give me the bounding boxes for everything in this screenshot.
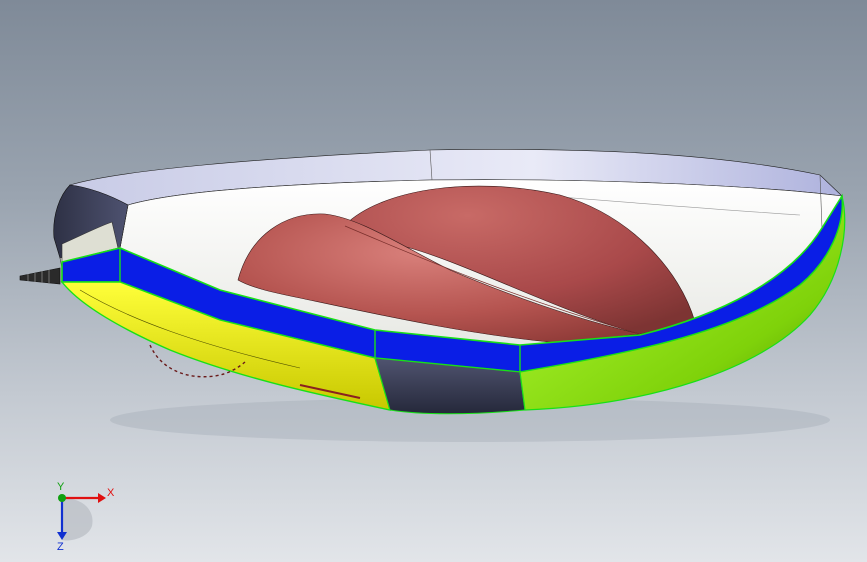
triad-shadow <box>62 498 93 541</box>
x-axis-arrow <box>98 493 106 503</box>
reference-triad: X Y Z <box>57 481 115 550</box>
graphics-viewport[interactable]: X Y Z <box>0 0 867 562</box>
y-axis-dot <box>58 494 66 502</box>
bow-probe[interactable] <box>19 267 61 285</box>
y-axis-label: Y <box>57 481 65 493</box>
hull-model[interactable] <box>0 0 867 562</box>
z-axis-label: Z <box>57 541 64 550</box>
x-axis-label: X <box>107 487 115 499</box>
